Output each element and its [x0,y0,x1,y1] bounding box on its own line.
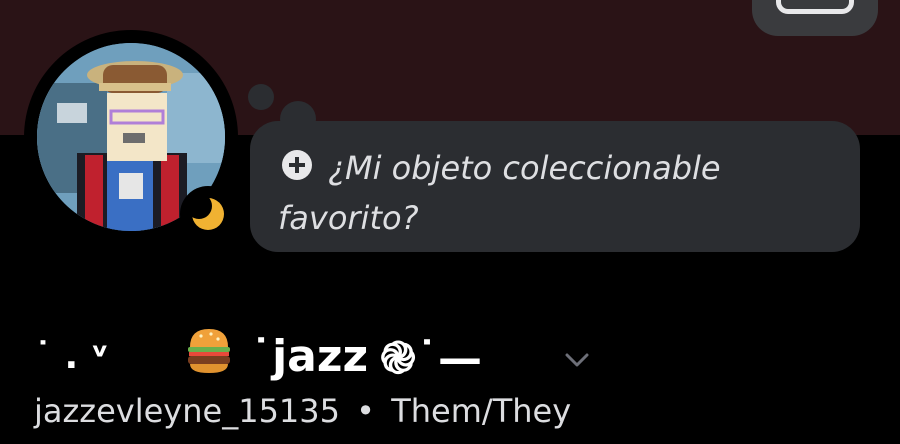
display-name-text: ˙jazz [250,330,369,382]
username: jazzevleyne_15135 [34,392,340,430]
crescent-moon-icon [188,194,224,230]
banner-edit-button[interactable] [752,0,878,36]
custom-status-prompt: ¿Mi objeto coleccionable favorito? [278,149,721,237]
username-line: jazzevleyne_15135 • Them/They [34,392,571,430]
frame-icon [776,0,854,14]
custom-status-bubble[interactable]: ¿Mi objeto coleccionable favorito? [250,121,860,252]
display-name[interactable]: ˙ . ᵛ ˙jazz ֎˙— [34,326,589,386]
thought-dot-small [248,84,274,110]
display-name-suffix: ֎˙— [380,333,483,384]
separator-dot: • [356,392,376,430]
status-indicator [180,186,236,242]
pronouns: Them/They [391,392,572,430]
display-name-prefix: ˙ . ᵛ [34,335,109,377]
